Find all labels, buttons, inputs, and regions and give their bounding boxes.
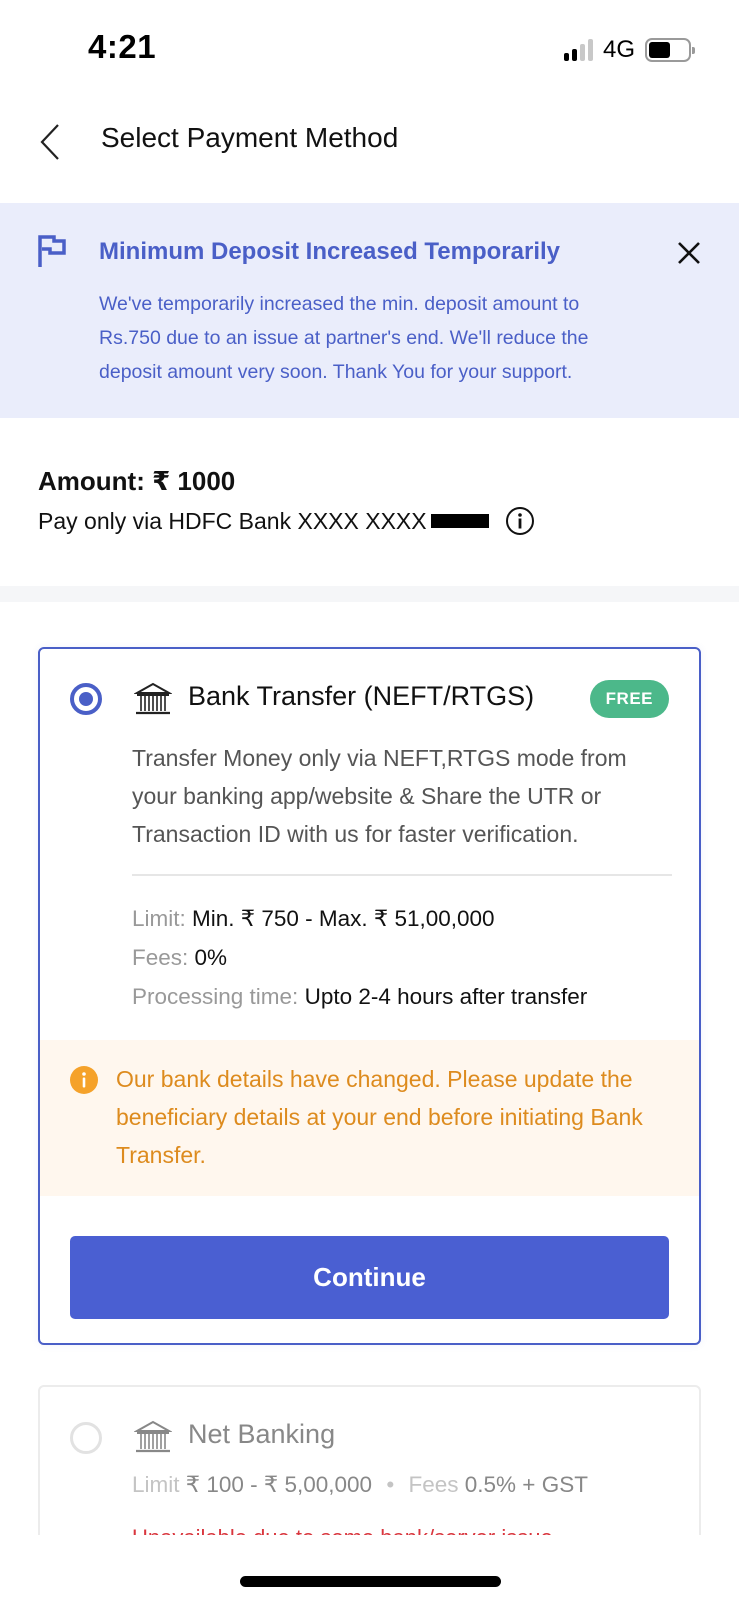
bottom-safe-area: [0, 1535, 739, 1600]
notice-body: We've temporarily increased the min. dep…: [99, 293, 589, 383]
notice-close-button[interactable]: [675, 239, 703, 267]
status-bar: 4:21 4G: [0, 0, 739, 100]
pay-via-info: Pay only via HDFC Bank XXXX XXXX: [38, 506, 535, 536]
divider: [132, 874, 672, 876]
notice-banner: Minimum Deposit Increased Temporarily We…: [0, 203, 739, 418]
pay-via-text: Pay only via HDFC Bank XXXX XXXX: [38, 507, 427, 534]
detail-fees: Fees: 0%: [132, 945, 228, 970]
chevron-left-icon: [40, 124, 59, 160]
warning-info-icon: [70, 1066, 98, 1094]
detail-limit: Limit: Min. ₹ 750 - Max. ₹ 51,00,000: [132, 906, 495, 931]
method-details: Limit: Min. ₹ 750 - Max. ₹ 51,00,000 Fee…: [132, 899, 587, 1016]
radio-net-banking[interactable]: [70, 1422, 102, 1454]
bank-icon: [134, 1420, 172, 1453]
method-description: Transfer Money only via NEFT,RTGS mode f…: [132, 745, 627, 847]
back-button[interactable]: [36, 122, 66, 162]
warning-text: Our bank details have changed. Please up…: [116, 1066, 643, 1168]
flag-icon: [38, 235, 66, 267]
amount-label: Amount: ₹ 1000: [38, 466, 236, 496]
net-banking-meta: Limit ₹ 100 - ₹ 5,00,000 • Fees 0.5% + G…: [132, 1472, 588, 1497]
masked-account-digits: [430, 514, 489, 528]
continue-button[interactable]: Continue: [70, 1236, 669, 1319]
status-indicators: 4G: [563, 36, 695, 64]
home-indicator[interactable]: [240, 1576, 501, 1587]
section-divider: [0, 586, 739, 602]
network-type: 4G: [602, 36, 635, 63]
close-icon: [678, 242, 700, 264]
notice-title: Minimum Deposit Increased Temporarily: [99, 238, 561, 265]
bank-details-warning: Our bank details have changed. Please up…: [40, 1040, 699, 1196]
detail-processing-time: Processing time: Upto 2-4 hours after tr…: [132, 984, 588, 1009]
battery-icon: [645, 38, 695, 62]
info-icon[interactable]: [505, 506, 535, 536]
free-badge: FREE: [589, 680, 669, 718]
payment-method-card-bank-transfer[interactable]: Bank Transfer (NEFT/RTGS) FREE Transfer …: [38, 647, 701, 1345]
method-title: Net Banking: [188, 1419, 336, 1449]
signal-icon: [563, 39, 593, 61]
top-app-bar: Select Payment Method: [0, 100, 739, 200]
status-time: 4:21: [88, 28, 157, 65]
method-title: Bank Transfer (NEFT/RTGS): [188, 681, 535, 711]
bank-icon: [134, 682, 172, 715]
radio-bank-transfer[interactable]: [70, 683, 102, 715]
page-title: Select Payment Method: [101, 122, 399, 153]
